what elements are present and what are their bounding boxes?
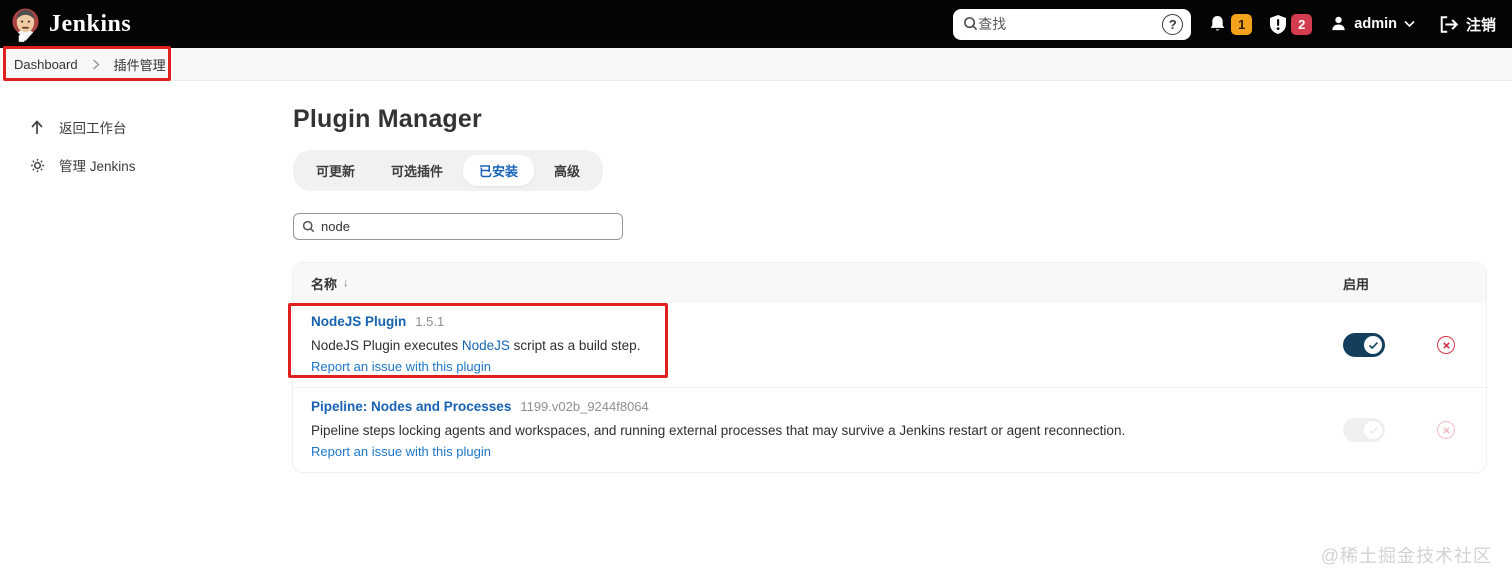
plugin-description: Pipeline steps locking agents and worksp…: [311, 423, 1126, 439]
plugin-manager-tabs: 可更新 可选插件 已安装 高级: [293, 150, 604, 191]
jenkins-home-link[interactable]: Jenkins: [10, 6, 131, 42]
plugin-filter-box[interactable]: [293, 213, 623, 240]
uninstall-plugin-button[interactable]: [1437, 336, 1455, 355]
breadcrumb: Dashboard 插件管理: [0, 48, 1512, 81]
breadcrumb-dashboard[interactable]: Dashboard: [14, 57, 78, 72]
security-indicator[interactable]: 2: [1270, 13, 1313, 35]
plugin-version: 1.5.1: [415, 314, 445, 329]
user-icon: [1330, 15, 1347, 33]
tab-installed[interactable]: 已安装: [463, 155, 535, 186]
search-icon: [963, 15, 978, 33]
tab-available[interactable]: 可选插件: [375, 155, 459, 186]
global-search-box[interactable]: ?: [953, 8, 1192, 40]
security-shield-icon: [1270, 14, 1287, 34]
gear-icon: [28, 156, 46, 174]
main-panel: Plugin Manager 可更新 可选插件 已安装 高级 名称 ↓: [293, 81, 1512, 473]
column-header-name[interactable]: 名称 ↓: [311, 274, 349, 293]
top-bar: Jenkins ? 1 2: [0, 0, 1512, 48]
tab-advanced[interactable]: 高级: [538, 155, 596, 186]
sidebar-item-manage-jenkins[interactable]: 管理 Jenkins: [0, 146, 293, 184]
top-bar-actions: ? 1 2 admin: [953, 8, 1496, 40]
report-issue-link[interactable]: Report an issue with this plugin: [311, 444, 491, 459]
sidebar-back-label: 返回工作台: [59, 121, 127, 136]
column-header-enabled: 启用: [1342, 276, 1369, 292]
watermark-text: @稀土掘金技术社区: [1320, 546, 1492, 566]
breadcrumb-separator-icon: [92, 57, 100, 71]
user-name: admin: [1354, 16, 1397, 32]
report-issue-link[interactable]: Report an issue with this plugin: [311, 359, 491, 374]
search-help-icon[interactable]: ?: [1162, 13, 1184, 35]
page-title: Plugin Manager: [293, 105, 482, 133]
sidebar: 返回工作台 管理 Jenkins: [0, 81, 293, 472]
toggle-check-icon: [1364, 336, 1382, 355]
breadcrumb-plugin-manager[interactable]: 插件管理: [114, 55, 166, 74]
name-header-label: 名称: [311, 276, 338, 292]
arrow-up-icon: [28, 119, 46, 136]
notifications-indicator[interactable]: 1: [1209, 13, 1253, 35]
toggle-check-icon: [1364, 421, 1382, 440]
logout-label: 注销: [1465, 16, 1496, 34]
plugin-version: 1199.v02b_9244f8064: [520, 399, 649, 415]
content-area: 返回工作台 管理 Jenkins Plugin Manager 可更新 可选插件…: [0, 81, 1512, 473]
plugin-name-link[interactable]: NodeJS Plugin: [311, 314, 406, 329]
logout-icon: [1439, 15, 1459, 34]
chevron-down-icon: [1404, 15, 1415, 33]
plugin-filter-input[interactable]: [321, 219, 614, 234]
sort-descending-icon: ↓: [343, 277, 349, 289]
plugin-enabled-toggle-disabled[interactable]: [1343, 418, 1385, 443]
brand-title: Jenkins: [49, 10, 132, 37]
bell-icon: [1209, 15, 1226, 33]
sidebar-manage-label: 管理 Jenkins: [59, 159, 136, 174]
search-icon: [302, 218, 315, 236]
logout-button[interactable]: 注销: [1439, 14, 1496, 35]
jenkins-butler-logo-icon: [10, 6, 41, 42]
notification-count-badge: 1: [1231, 13, 1253, 35]
sidebar-item-back-to-dashboard[interactable]: 返回工作台: [0, 108, 293, 146]
plugin-enabled-toggle[interactable]: [1343, 333, 1385, 358]
installed-plugins-table: 名称 ↓ 启用 NodeJS Plugin 1.5.1 NodeJS Plugi…: [293, 263, 1486, 473]
user-menu[interactable]: admin: [1330, 15, 1415, 33]
global-search-input[interactable]: [978, 16, 1163, 32]
table-header-row: 名称 ↓ 启用: [293, 263, 1486, 303]
tab-updates[interactable]: 可更新: [300, 155, 371, 186]
security-count-badge: 2: [1291, 13, 1313, 35]
plugin-name-link[interactable]: Pipeline: Nodes and Processes: [311, 399, 511, 414]
jenkins-plugin-manager-page: Jenkins ? 1 2: [0, 0, 1512, 584]
nodejs-inline-link[interactable]: NodeJS: [462, 338, 510, 353]
plugin-description: NodeJS Plugin executes NodeJS script as …: [311, 338, 641, 353]
uninstall-plugin-button-disabled[interactable]: [1437, 421, 1455, 440]
table-row-nodejs-plugin: NodeJS Plugin 1.5.1 NodeJS Plugin execut…: [293, 303, 1486, 387]
table-row-pipeline-nodes: Pipeline: Nodes and Processes 1199.v02b_…: [293, 387, 1486, 472]
